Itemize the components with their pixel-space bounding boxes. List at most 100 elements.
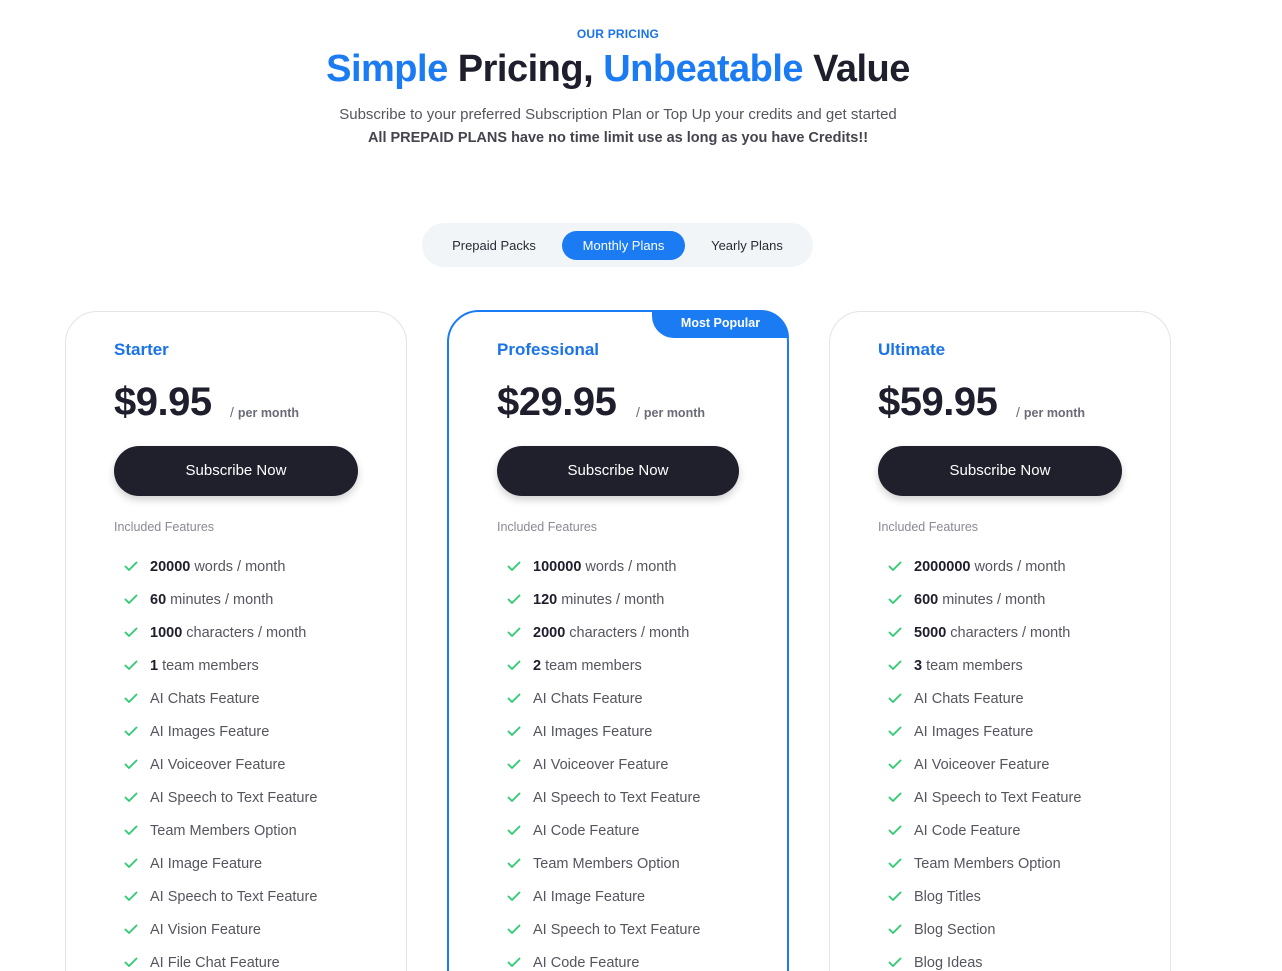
feature-text: AI Speech to Text Feature — [533, 789, 701, 806]
plan-card-professional: Most Popular Professional $29.95 /per mo… — [447, 310, 789, 971]
feature-item: 20000 words / month — [124, 550, 317, 583]
feature-quantity: 2 — [533, 657, 542, 674]
plan-name: Professional — [497, 340, 600, 359]
feature-text: AI Voiceover Feature — [533, 756, 669, 773]
feature-item: AI Code Feature — [507, 946, 700, 971]
feature-item: 5000 characters / month — [888, 616, 1081, 649]
feature-quantity: 3 — [914, 657, 923, 674]
feature-item: 600 minutes / month — [888, 583, 1081, 616]
feature-item: Team Members Option — [124, 814, 317, 847]
feature-item: AI Images Feature — [507, 715, 700, 748]
check-icon — [888, 561, 914, 572]
feature-text: AI Code Feature — [533, 822, 640, 839]
plan-name: Ultimate — [878, 340, 946, 359]
plan-card-starter: Starter $9.95 /per month Subscribe Now I… — [65, 311, 407, 971]
feature-item: AI Images Feature — [888, 715, 1081, 748]
subscribe-button-ultimate[interactable]: Subscribe Now — [878, 446, 1122, 496]
feature-text: Team Members Option — [150, 822, 297, 839]
feature-list: 100000 words / month 120 minutes / month 200… — [507, 550, 700, 971]
feature-item: 60 minutes / month — [124, 583, 317, 616]
plan-price: $59.95 — [878, 380, 998, 424]
feature-item: 2 team members — [507, 649, 700, 682]
feature-item: AI Code Feature — [507, 814, 700, 847]
toggle-prepaid-packs[interactable]: Prepaid Packs — [440, 231, 548, 260]
feature-text: AI Speech to Text Feature — [914, 789, 1082, 806]
check-icon — [888, 792, 914, 803]
feature-text: AI Chats Feature — [150, 690, 260, 707]
feature-item: AI Image Feature — [507, 880, 700, 913]
feature-item: AI Code Feature — [888, 814, 1081, 847]
subtitle: Subscribe to your preferred Subscription… — [339, 106, 897, 123]
feature-text: AI Images Feature — [150, 723, 270, 740]
check-icon — [124, 693, 150, 704]
toggle-yearly-plans[interactable]: Yearly Plans — [694, 231, 800, 260]
feature-quantity: 20000 — [150, 558, 191, 575]
subtitle-prepaid-note: All PREPAID PLANS have no time limit use… — [367, 130, 869, 146]
feature-item: AI Speech to Text Feature — [124, 781, 317, 814]
check-icon — [507, 924, 533, 935]
feature-item: AI Speech to Text Feature — [507, 913, 700, 946]
feature-item: AI Speech to Text Feature — [124, 880, 317, 913]
feature-quantity: 100000 — [533, 558, 582, 575]
feature-item: 100000 words / month — [507, 550, 700, 583]
feature-text: AI Speech to Text Feature — [150, 888, 318, 905]
check-icon — [888, 627, 914, 638]
feature-item: AI Chats Feature — [124, 682, 317, 715]
check-icon — [124, 891, 150, 902]
section-eyebrow: OUR PRICING — [576, 27, 660, 41]
check-icon — [124, 561, 150, 572]
check-icon — [507, 891, 533, 902]
check-icon — [507, 594, 533, 605]
check-icon — [124, 858, 150, 869]
check-icon — [888, 759, 914, 770]
check-icon — [888, 891, 914, 902]
check-icon — [888, 594, 914, 605]
check-icon — [888, 726, 914, 737]
check-icon — [888, 825, 914, 836]
feature-quantity: 120 — [533, 591, 558, 608]
subscribe-button-starter[interactable]: Subscribe Now — [114, 446, 358, 496]
feature-text: Blog Ideas — [914, 954, 983, 971]
plan-period-label: per month — [1023, 406, 1085, 420]
check-icon — [124, 759, 150, 770]
feature-item: Team Members Option — [888, 847, 1081, 880]
feature-item: AI Voiceover Feature — [888, 748, 1081, 781]
check-icon — [124, 660, 150, 671]
feature-text: AI Code Feature — [533, 954, 640, 971]
feature-text: AI Speech to Text Feature — [150, 789, 318, 806]
plan-period: / per month — [636, 404, 705, 420]
feature-item: AI Chats Feature — [888, 682, 1081, 715]
title-part-value: Value — [803, 48, 910, 90]
subscribe-button-professional[interactable]: Subscribe Now — [497, 446, 739, 496]
check-icon — [507, 957, 533, 968]
feature-text: minutes / month — [170, 591, 274, 608]
included-features-label: Included Features — [878, 520, 979, 534]
feature-item: 1 team members — [124, 649, 317, 682]
feature-list: 20000 words / month 60 minutes / month 1000 c… — [124, 550, 317, 971]
feature-item: AI Speech to Text Feature — [888, 781, 1081, 814]
feature-quantity: 1 — [150, 657, 159, 674]
feature-quantity: 1000 — [150, 624, 183, 641]
feature-item: Blog Section — [888, 913, 1081, 946]
feature-item: AI Vision Feature — [124, 913, 317, 946]
feature-text: characters / month — [186, 624, 307, 641]
feature-text: AI Image Feature — [533, 888, 646, 905]
feature-text: AI Images Feature — [533, 723, 653, 740]
plan-name: Starter — [114, 340, 169, 359]
check-icon — [507, 561, 533, 572]
feature-text: Team Members Option — [533, 855, 680, 872]
feature-item: AI File Chat Feature — [124, 946, 317, 971]
check-icon — [124, 726, 150, 737]
plan-period-toggle: Prepaid Packs Monthly Plans Yearly Plans — [422, 223, 813, 267]
plan-price: $9.95 — [114, 380, 212, 424]
toggle-monthly-plans[interactable]: Monthly Plans — [562, 231, 685, 260]
feature-text: Team Members Option — [914, 855, 1061, 872]
feature-text: team members — [926, 657, 1023, 674]
included-features-label: Included Features — [497, 520, 598, 534]
plan-period: / per month — [230, 404, 299, 420]
plan-period-label: per month — [237, 406, 299, 420]
check-icon — [507, 792, 533, 803]
plan-period: / per month — [1016, 404, 1085, 420]
feature-item: AI Voiceover Feature — [507, 748, 700, 781]
feature-item: Blog Ideas — [888, 946, 1081, 971]
